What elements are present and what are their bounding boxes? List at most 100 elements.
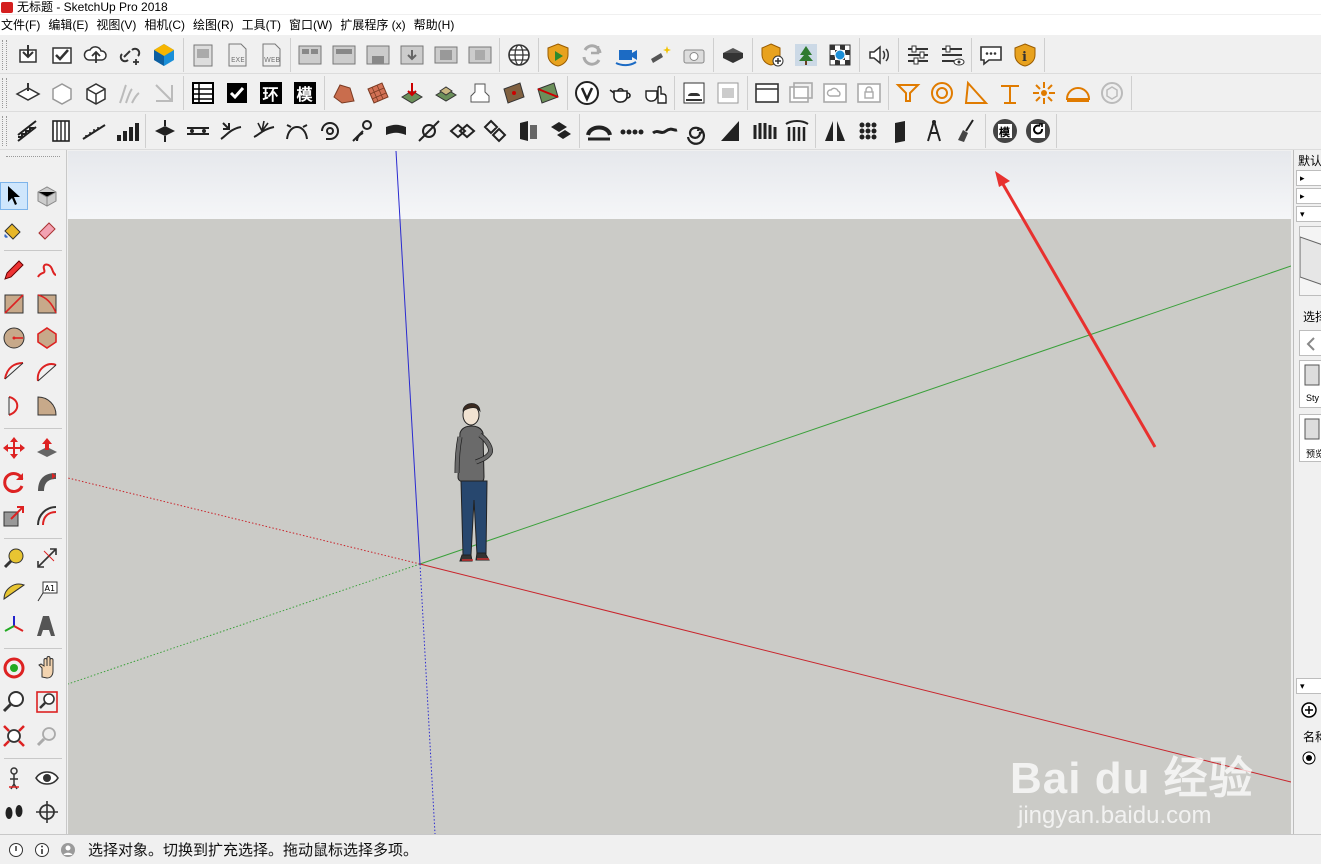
layout-3-button[interactable]	[361, 39, 395, 71]
pan-tool-button[interactable]	[33, 654, 61, 682]
user-status-icon[interactable]	[58, 840, 78, 860]
rotated-rect-tool-button[interactable]	[33, 290, 61, 318]
move-tool-button[interactable]	[0, 434, 28, 462]
menu-camera[interactable]: 相机(C)	[143, 15, 191, 35]
tool-02-button[interactable]	[181, 115, 214, 147]
array-button[interactable]	[851, 115, 884, 147]
mirror-button[interactable]	[818, 115, 851, 147]
zoom-tool-button[interactable]	[0, 688, 28, 716]
camera-anim-button[interactable]	[609, 39, 643, 71]
tape-measure-button[interactable]	[0, 544, 28, 572]
render-button[interactable]	[541, 39, 575, 71]
menu-extensions[interactable]: 扩展程序 (x)	[339, 15, 411, 35]
mesh-light-button[interactable]	[1095, 77, 1129, 109]
stairs-button[interactable]	[11, 115, 44, 147]
export-web-button[interactable]: WEB	[254, 39, 288, 71]
toolbar-grip[interactable]	[2, 77, 7, 108]
terrain-map-button[interactable]	[497, 77, 531, 109]
export-image-button[interactable]	[186, 39, 220, 71]
snapshot-button[interactable]	[677, 39, 711, 71]
framebuffer-button[interactable]	[677, 77, 711, 109]
text-tool-button[interactable]: A1	[33, 578, 61, 606]
three-point-arc-button[interactable]	[0, 392, 28, 420]
model-char-button[interactable]: 模	[288, 77, 322, 109]
two-point-arc-button[interactable]	[33, 358, 61, 386]
tray-panel-header-1[interactable]: ▸	[1296, 170, 1321, 186]
model-badge-button[interactable]: 模	[988, 115, 1021, 147]
broom-button[interactable]	[950, 115, 983, 147]
tool-03-button[interactable]	[214, 115, 247, 147]
section-plane-button[interactable]	[11, 77, 45, 109]
vray-button[interactable]	[570, 77, 604, 109]
env-button[interactable]: 环	[254, 77, 288, 109]
tray-panel-header-4[interactable]: ▾	[1296, 678, 1321, 694]
check-button[interactable]	[220, 77, 254, 109]
bars-button[interactable]	[110, 115, 143, 147]
rectangle-tool-button[interactable]	[0, 290, 28, 318]
terrain-stamp-button[interactable]	[463, 77, 497, 109]
line-tool-button[interactable]	[0, 256, 28, 284]
view-settings-button[interactable]	[935, 39, 969, 71]
dimension-tool-button[interactable]	[33, 544, 61, 572]
window-2-button[interactable]	[784, 77, 818, 109]
table-view-button[interactable]	[186, 77, 220, 109]
tool-09-button[interactable]	[412, 115, 445, 147]
rect-light-button[interactable]	[891, 77, 925, 109]
toolbar-grip[interactable]	[2, 39, 7, 70]
download-model-button[interactable]	[11, 39, 45, 71]
tool-06-button[interactable]	[313, 115, 346, 147]
sphere-light-button[interactable]	[925, 77, 959, 109]
extension-warehouse-button[interactable]	[147, 39, 181, 71]
eraser-button[interactable]	[33, 216, 61, 244]
menu-edit[interactable]: 编辑(E)	[47, 15, 94, 35]
zoom-window-button[interactable]	[33, 688, 61, 716]
tray-back-button[interactable]	[1299, 330, 1321, 356]
previous-view-button[interactable]	[33, 722, 61, 750]
window-cloud-button[interactable]	[818, 77, 852, 109]
name-radio[interactable]	[1299, 748, 1321, 768]
slope-button[interactable]	[714, 115, 747, 147]
tree-proxy-button[interactable]	[789, 39, 823, 71]
spot-light-button[interactable]	[959, 77, 993, 109]
vr-button[interactable]	[716, 39, 750, 71]
info-button[interactable]: i	[1008, 39, 1042, 71]
wave-button[interactable]	[648, 115, 681, 147]
menu-view[interactable]: 视图(V)	[95, 15, 142, 35]
position-camera-button[interactable]	[0, 764, 28, 792]
toolbar-grip[interactable]	[2, 115, 7, 146]
panel-button[interactable]	[884, 115, 917, 147]
tray-panel-header-2[interactable]: ▸	[1296, 188, 1321, 204]
tool-05-button[interactable]	[280, 115, 313, 147]
look-around-button[interactable]	[33, 764, 61, 792]
spiral-button[interactable]	[681, 115, 714, 147]
compass-button[interactable]	[917, 115, 950, 147]
flip-edge-button[interactable]	[147, 77, 181, 109]
push-pull-button[interactable]	[33, 434, 61, 462]
walk-tool-button[interactable]	[0, 798, 28, 826]
zoom-extents-button[interactable]	[0, 722, 28, 750]
arch-button[interactable]	[582, 115, 615, 147]
extension-link-button[interactable]	[113, 39, 147, 71]
upload-cloud-button[interactable]	[79, 39, 113, 71]
terrain-grid-button[interactable]	[361, 77, 395, 109]
add-scene-button[interactable]	[1299, 700, 1321, 720]
column-button[interactable]	[44, 115, 77, 147]
texture-button[interactable]	[823, 39, 857, 71]
teapot-button[interactable]	[604, 77, 638, 109]
framebuffer-2-button[interactable]	[711, 77, 745, 109]
protractor-button[interactable]	[0, 578, 28, 606]
tool-04-button[interactable]	[247, 115, 280, 147]
colonnade-button[interactable]	[780, 115, 813, 147]
fence-button[interactable]	[747, 115, 780, 147]
interactive-render-button[interactable]	[638, 77, 672, 109]
geo-location-button[interactable]	[502, 39, 536, 71]
polygon-tool-button[interactable]	[33, 324, 61, 352]
sound-button[interactable]	[862, 39, 896, 71]
tool-08-button[interactable]	[379, 115, 412, 147]
tray-panel-header-3[interactable]: ▾	[1296, 206, 1321, 222]
tray-select-tab[interactable]: 选择	[1303, 308, 1321, 325]
rotate-tool-button[interactable]	[0, 468, 28, 496]
paint-bucket-button[interactable]	[0, 216, 28, 244]
info-status-icon[interactable]	[32, 840, 52, 860]
tool-12-button[interactable]	[511, 115, 544, 147]
